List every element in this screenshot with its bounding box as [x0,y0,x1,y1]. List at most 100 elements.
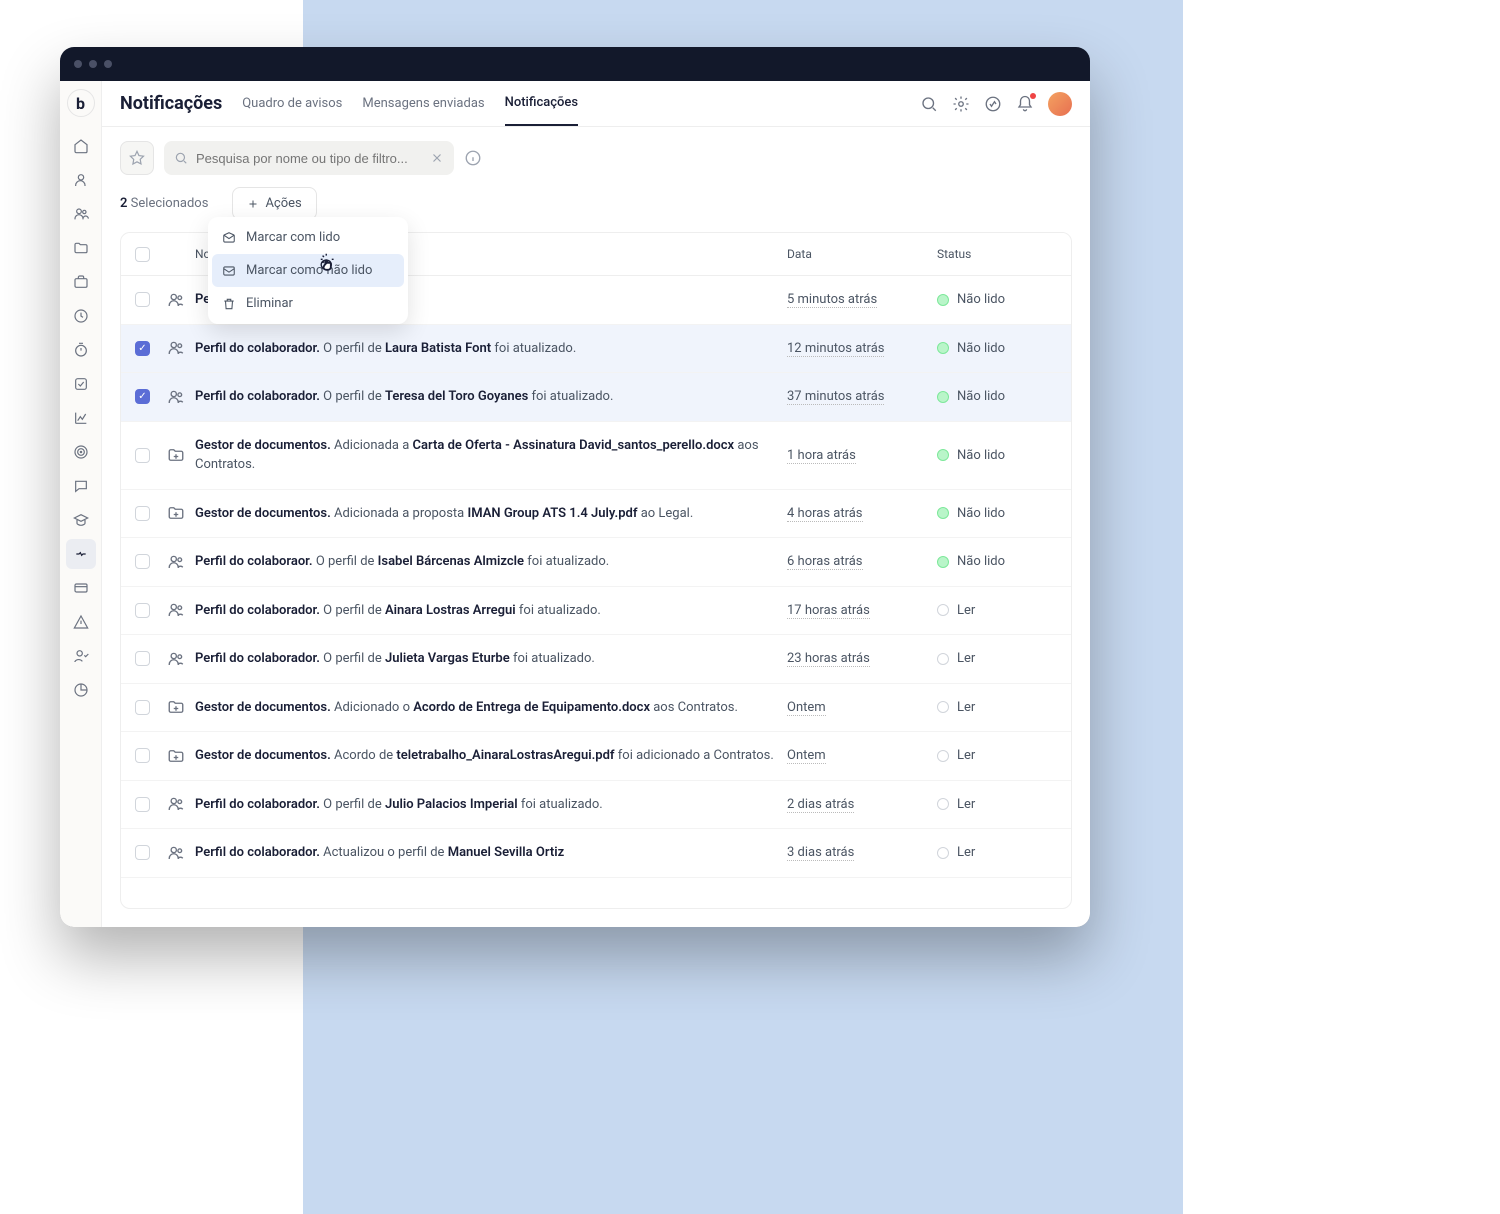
briefcase-icon[interactable] [66,267,96,297]
select-all-checkbox[interactable] [135,247,150,262]
window-min-dot[interactable] [89,60,97,68]
cursor-icon [318,251,340,273]
notification-status: Ler [937,797,1057,812]
tab-board[interactable]: Quadro de avisos [242,82,342,125]
table-row[interactable]: Perfil do colaborador. O perfil de Ainar… [121,587,1071,636]
notification-date: 6 horas atrás [787,554,937,569]
table-row[interactable]: Gestor de documentos. Adicionada a Carta… [121,422,1071,490]
table-row[interactable]: Gestor de documentos. Acordo de teletrab… [121,732,1071,781]
row-checkbox[interactable] [135,554,150,569]
window-close-dot[interactable] [74,60,82,68]
notification-text: Perfil do colaborador. O perfil de Laura… [195,339,787,359]
notification-status: Ler [937,700,1057,715]
notification-date: 2 dias atrás [787,797,937,812]
warning-icon[interactable] [66,607,96,637]
table-row[interactable]: Perfil do colaborador. Actualizou o perf… [121,829,1071,878]
users-icon [167,291,195,309]
notification-date: 37 minutos atrás [787,389,937,404]
row-checkbox[interactable] [135,797,150,812]
timer-icon[interactable] [66,335,96,365]
row-checkbox[interactable] [135,506,150,521]
row-checkbox[interactable] [135,845,150,860]
notification-status: Ler [937,603,1057,618]
tab-sent[interactable]: Mensagens enviadas [362,82,484,125]
notification-status: Ler [937,651,1057,666]
notification-text: Gestor de documentos. Adicionada a propo… [195,504,787,524]
actions-dropdown: Marcar com lido Marcar como não lido Eli… [208,217,408,324]
mark-unread-item[interactable]: Marcar como não lido [212,254,404,287]
notification-date: Ontem [787,700,937,715]
user-icon[interactable] [66,165,96,195]
folder-icon [167,698,195,716]
gear-icon[interactable] [952,95,970,113]
target-icon[interactable] [66,437,96,467]
notification-date: Ontem [787,748,937,763]
tab-notifications[interactable]: Notificações [505,81,578,126]
folder-icon [167,446,195,464]
home-icon[interactable] [66,131,96,161]
chart-icon[interactable] [66,403,96,433]
card-icon[interactable] [66,573,96,603]
row-checkbox[interactable] [135,341,150,356]
users-icon [167,553,195,571]
mark-read-item[interactable]: Marcar com lido [212,221,404,254]
row-checkbox[interactable] [135,748,150,763]
table-row[interactable]: Perfil do colaborador. O perfil de Julio… [121,781,1071,830]
notification-date: 1 hora atrás [787,448,937,463]
notification-date: 17 horas atrás [787,603,937,618]
search-input[interactable] [196,151,422,166]
notification-status: Ler [937,845,1057,860]
clear-icon[interactable] [430,151,444,165]
check-icon[interactable] [66,369,96,399]
selection-bar: 2 Selecionados Ações Marcar com lido Mar… [102,175,1090,232]
delete-item[interactable]: Eliminar [212,287,404,320]
notification-text: Perfil do colaborador. O perfil de Julie… [195,649,787,669]
table-row[interactable]: Perfil do colaborador. O perfil de Teres… [121,373,1071,422]
notification-text: Perfil do colaborador. O perfil de Ainar… [195,601,787,621]
notification-status: Não lido [937,389,1057,404]
notification-text: Perfil do colaborador. O perfil de Julio… [195,795,787,815]
user-check-icon[interactable] [66,641,96,671]
window-max-dot[interactable] [104,60,112,68]
row-checkbox[interactable] [135,292,150,307]
pie-icon[interactable] [66,675,96,705]
favorite-button[interactable] [120,141,154,175]
graduation-icon[interactable] [66,505,96,535]
sidebar: b [60,81,102,927]
avatar[interactable] [1048,92,1072,116]
activity-icon[interactable] [984,95,1002,113]
notification-status: Não lido [937,292,1057,307]
chat-icon[interactable] [66,471,96,501]
table-row[interactable]: Perfil do colaborador. O perfil de Julie… [121,635,1071,684]
actions-button[interactable]: Ações [232,187,316,220]
notification-date: 12 minutos atrás [787,341,937,356]
notification-status: Não lido [937,448,1057,463]
table-row[interactable]: Perfil do colaborador. O perfil de Laura… [121,325,1071,374]
toolbar [102,127,1090,175]
users-icon [167,650,195,668]
folder-icon [167,747,195,765]
clock-icon[interactable] [66,301,96,331]
logo[interactable]: b [67,89,95,117]
row-checkbox[interactable] [135,700,150,715]
row-checkbox[interactable] [135,389,150,404]
folder-icon[interactable] [66,233,96,263]
notification-text: Perfil do colaboraor. O perfil de Isabel… [195,552,787,572]
users-icon[interactable] [66,199,96,229]
table-row[interactable]: Gestor de documentos. Adicionado o Acord… [121,684,1071,733]
row-checkbox[interactable] [135,603,150,618]
bell-icon[interactable] [1016,95,1034,113]
selection-count: 2 Selecionados [120,196,208,211]
table-row[interactable]: Gestor de documentos. Adicionada a propo… [121,490,1071,539]
info-icon[interactable] [464,149,482,167]
users-icon [167,388,195,406]
search-icon[interactable] [920,95,938,113]
window-titlebar [60,47,1090,81]
notifications-table: Notificações de sistema Data Status Perf… [120,232,1072,909]
table-row[interactable]: Perfil do colaboraor. O perfil de Isabel… [121,538,1071,587]
row-checkbox[interactable] [135,651,150,666]
folder-icon [167,504,195,522]
notifications-nav-icon[interactable] [66,539,96,569]
search-box[interactable] [164,141,454,175]
row-checkbox[interactable] [135,448,150,463]
